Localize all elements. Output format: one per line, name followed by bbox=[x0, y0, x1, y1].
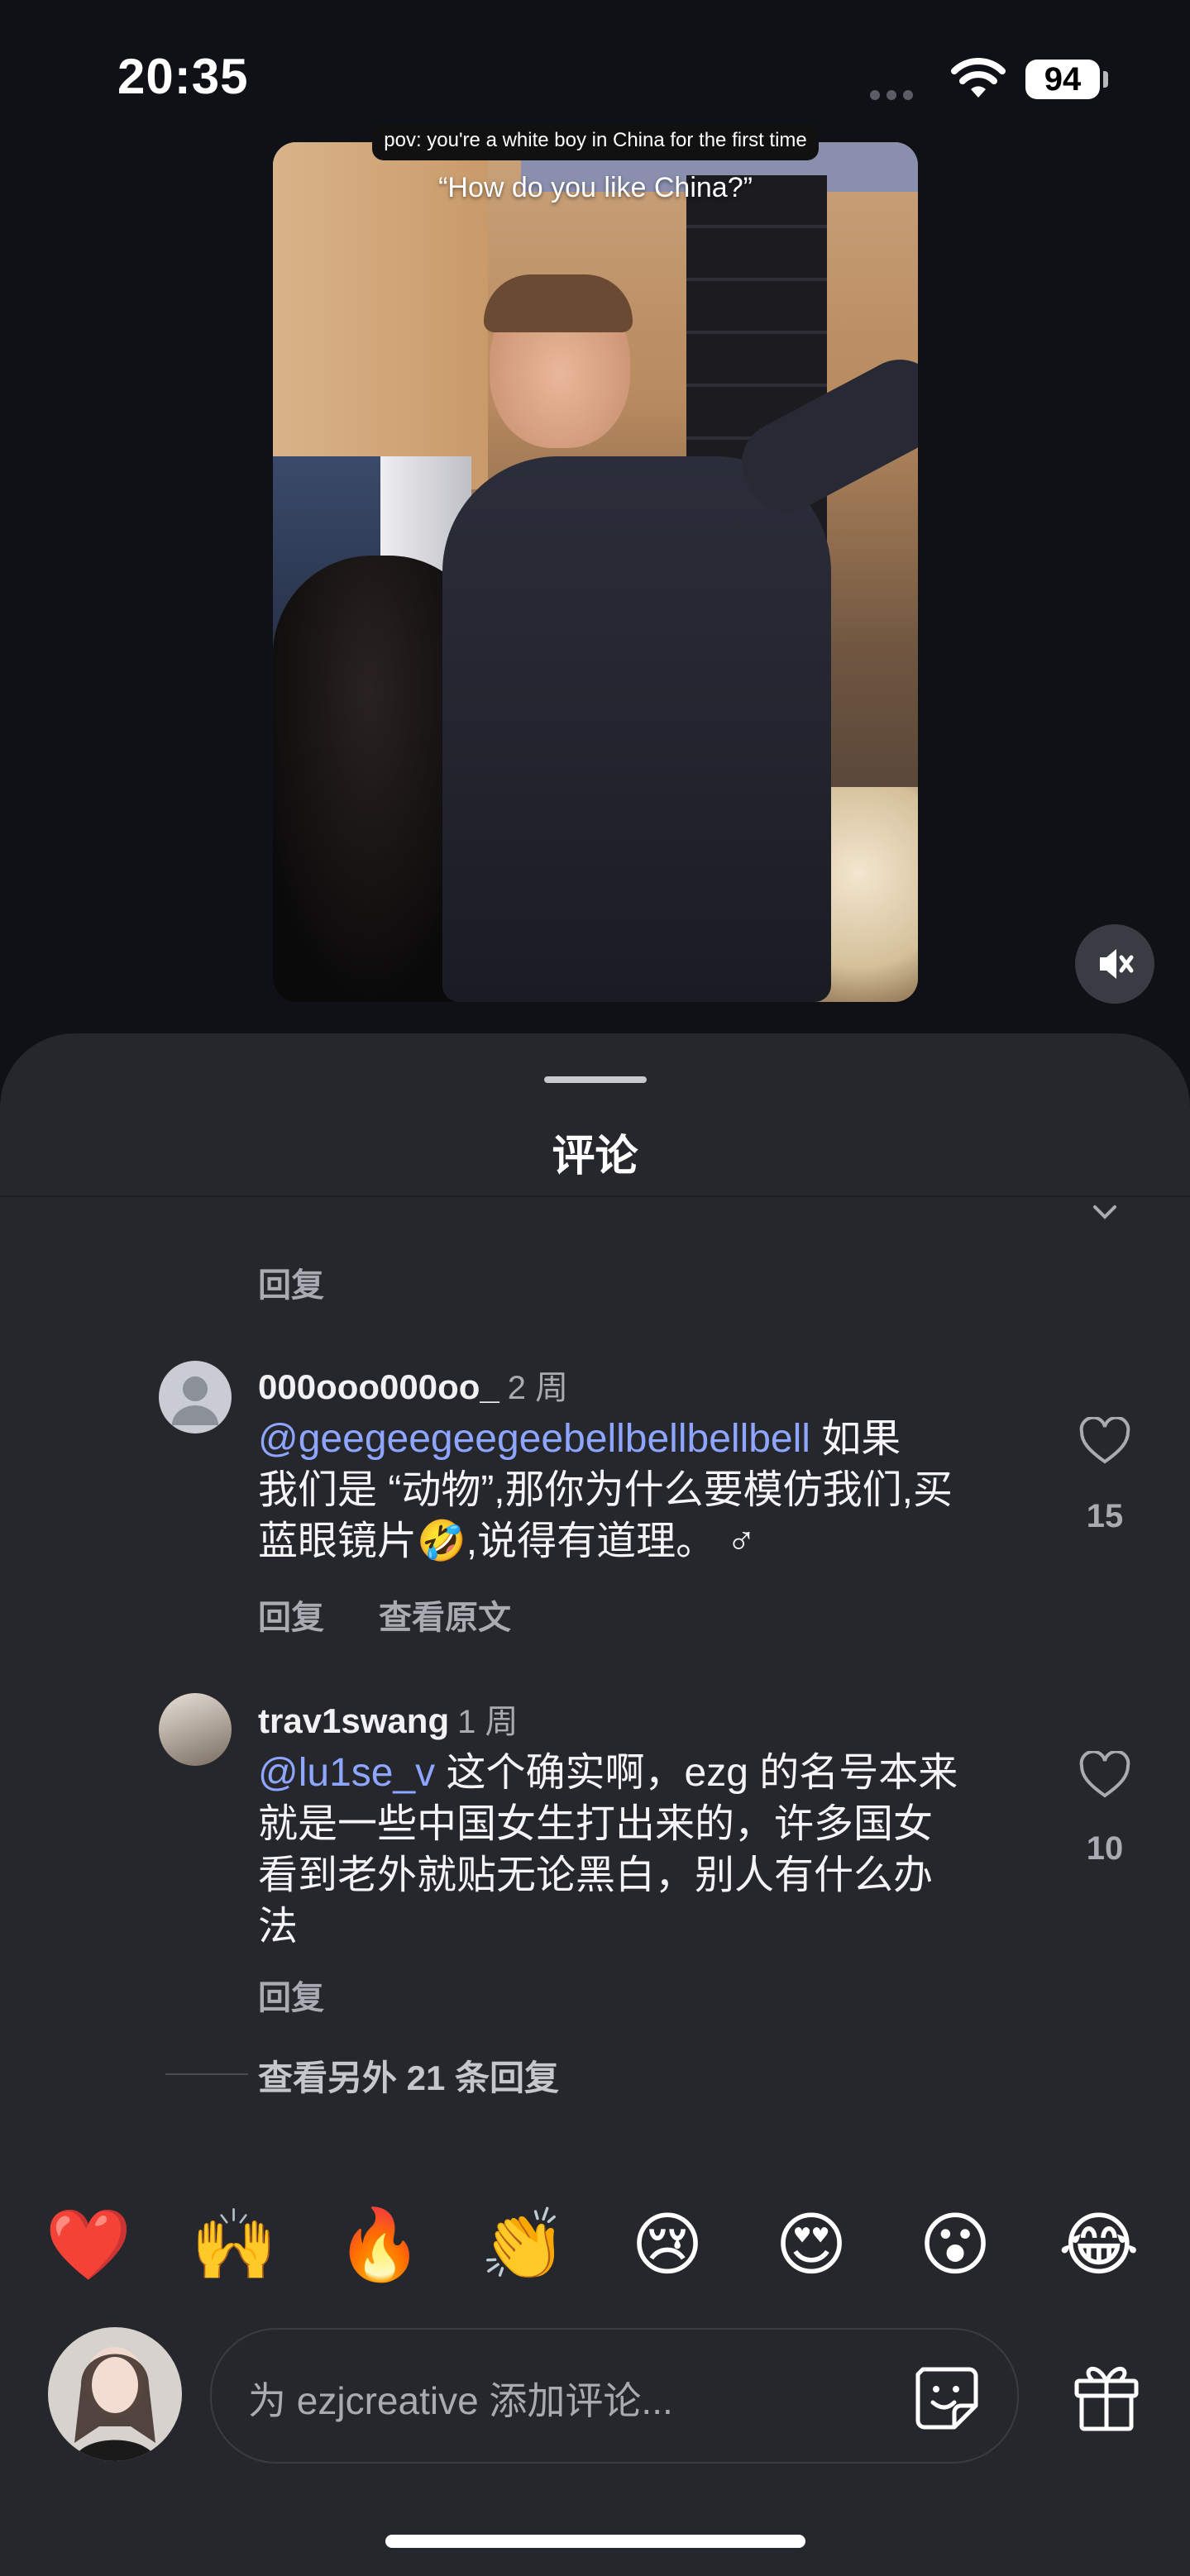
emoji-heart-button[interactable]: ❤️ bbox=[43, 2199, 134, 2290]
comment-text: @lu1se_v 这个确实啊，ezg 的名号本来 就是一些中国女生打出来的，许多… bbox=[258, 1748, 1052, 1953]
sheet-header-divider bbox=[0, 1195, 1190, 1197]
video-caption-quote: “How do you like China?” bbox=[438, 172, 753, 203]
emoji-heart-eyes-button[interactable]: 😍 bbox=[766, 2199, 857, 2290]
cellular-signal-icon bbox=[870, 89, 930, 100]
like-count: 10 bbox=[1086, 1830, 1124, 1867]
wifi-icon bbox=[951, 58, 1006, 98]
gift-icon[interactable] bbox=[1072, 2358, 1141, 2432]
reply-button[interactable]: 回复 bbox=[258, 1258, 324, 1306]
heart-icon[interactable] bbox=[1078, 1751, 1131, 1799]
emoji-crying-button[interactable]: 😢 bbox=[622, 2199, 713, 2290]
emoji-fire-button[interactable]: 🔥 bbox=[334, 2199, 425, 2290]
comment-input-placeholder[interactable]: 为 ezjcreative 添加评论... bbox=[248, 2371, 673, 2426]
emoji-quick-bar bbox=[0, 2182, 1190, 2315]
emoji-clap-button[interactable]: 👏 bbox=[478, 2199, 569, 2290]
text-line: 如果 bbox=[810, 1417, 901, 1461]
mention-link[interactable]: @geegeegeegeebellbellbellbell bbox=[258, 1417, 810, 1461]
mute-button[interactable] bbox=[1075, 924, 1154, 1004]
video-caption-top: pov: you're a white boy in China for the… bbox=[372, 124, 819, 160]
chevron-down-icon[interactable] bbox=[1088, 1200, 1121, 1225]
current-user-avatar[interactable] bbox=[48, 2327, 182, 2461]
comment-age: 1 周 bbox=[457, 1704, 519, 1740]
text-line: 就是一些中国女生打出来的，许多国女 bbox=[258, 1802, 934, 1846]
heart-icon[interactable] bbox=[1078, 1417, 1131, 1465]
comment-text: @geegeegeegeebellbellbellbell 如果 我们是 “动物… bbox=[258, 1414, 1052, 1567]
username-text[interactable]: trav1swang bbox=[258, 1701, 449, 1740]
text-line: 我们是 “动物”,那你为什么要模仿我们,买 bbox=[258, 1468, 953, 1512]
avatar[interactable] bbox=[159, 1361, 232, 1433]
mention-link[interactable]: @lu1se_v bbox=[258, 1751, 435, 1795]
battery-tip bbox=[1103, 71, 1108, 88]
username-text[interactable]: 000ooo000oo_ bbox=[258, 1367, 499, 1406]
text-line: 这个确实啊，ezg 的名号本来 bbox=[435, 1751, 958, 1795]
default-user-icon bbox=[172, 1376, 218, 1425]
emoji-laughing-button[interactable]: 😂 bbox=[1054, 2199, 1145, 2290]
text-line: 法 bbox=[258, 1905, 299, 1949]
status-time: 20:35 bbox=[117, 49, 249, 104]
battery-indicator: 94 bbox=[1025, 60, 1100, 99]
comment-username[interactable]: 000ooo000oo_ 2 周 bbox=[258, 1361, 568, 1409]
speaker-muted-icon bbox=[1100, 949, 1134, 979]
reply-button[interactable]: 回复 bbox=[258, 1971, 324, 2019]
text-line: 看到老外就贴无论黑白，别人有什么办 bbox=[258, 1853, 934, 1897]
comment-age: 2 周 bbox=[507, 1370, 569, 1406]
reply-button[interactable]: 回复 bbox=[258, 1591, 324, 1639]
replies-divider bbox=[165, 2073, 248, 2075]
see-original-button[interactable]: 查看原文 bbox=[379, 1591, 511, 1639]
comment-username[interactable]: trav1swang 1 周 bbox=[258, 1695, 518, 1743]
sheet-drag-handle[interactable] bbox=[544, 1076, 647, 1083]
sticker-icon[interactable] bbox=[911, 2363, 981, 2432]
avatar[interactable] bbox=[159, 1693, 232, 1766]
view-more-replies-button[interactable]: 查看另外 21 条回复 bbox=[258, 2050, 559, 2101]
emoji-surprised-button[interactable]: 😮 bbox=[910, 2199, 1001, 2290]
avatar-photo bbox=[48, 2327, 182, 2461]
text-line: 蓝眼镜片🤣,说得有道理。 ♂ bbox=[258, 1519, 757, 1563]
emoji-raised-hands-button[interactable]: 🙌 bbox=[189, 2199, 280, 2290]
video-player[interactable] bbox=[273, 142, 918, 1002]
like-count: 15 bbox=[1086, 1498, 1124, 1534]
home-indicator[interactable] bbox=[385, 2535, 805, 2548]
sheet-title: 评论 bbox=[552, 1133, 638, 1181]
